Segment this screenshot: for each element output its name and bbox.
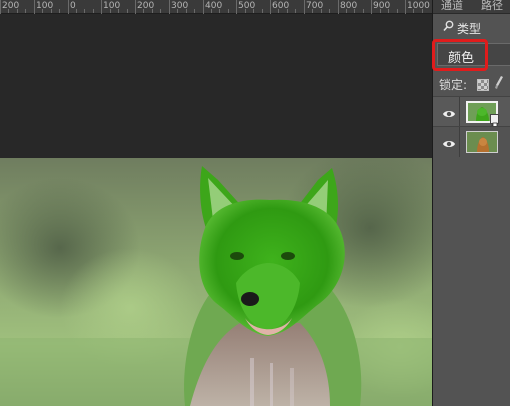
- layer-row-image[interactable]: [433, 126, 510, 157]
- document-workspace[interactable]: [0, 14, 432, 406]
- layer-filter-row[interactable]: 类型: [437, 18, 510, 38]
- layer-row-smart-object[interactable]: [433, 96, 510, 130]
- ruler-label: 1000: [407, 1, 430, 11]
- lock-label: 锁定:: [439, 78, 468, 92]
- highlight-annotation: [432, 39, 488, 71]
- lock-row: 锁定:: [433, 74, 510, 94]
- layer-thumbnail[interactable]: [466, 131, 498, 153]
- lock-transparency-icon[interactable]: [477, 79, 489, 91]
- tab-channels[interactable]: 通道: [441, 0, 463, 13]
- canvas-image[interactable]: [0, 158, 432, 406]
- panel-tabs: 通道 路径: [433, 0, 510, 14]
- horizontal-ruler[interactable]: 200 100 0 100 200 300 400 500 600 700 80…: [0, 0, 432, 14]
- eye-icon[interactable]: [442, 135, 456, 147]
- search-icon: [443, 20, 454, 35]
- lock-pixels-brush-icon[interactable]: [495, 76, 503, 90]
- eye-icon[interactable]: [442, 105, 456, 117]
- tab-paths[interactable]: 路径: [481, 0, 503, 13]
- smart-object-icon: [490, 114, 499, 130]
- fox-photo: [0, 158, 432, 406]
- ruler-label: 0: [70, 1, 76, 11]
- filter-type-label: 类型: [457, 22, 482, 36]
